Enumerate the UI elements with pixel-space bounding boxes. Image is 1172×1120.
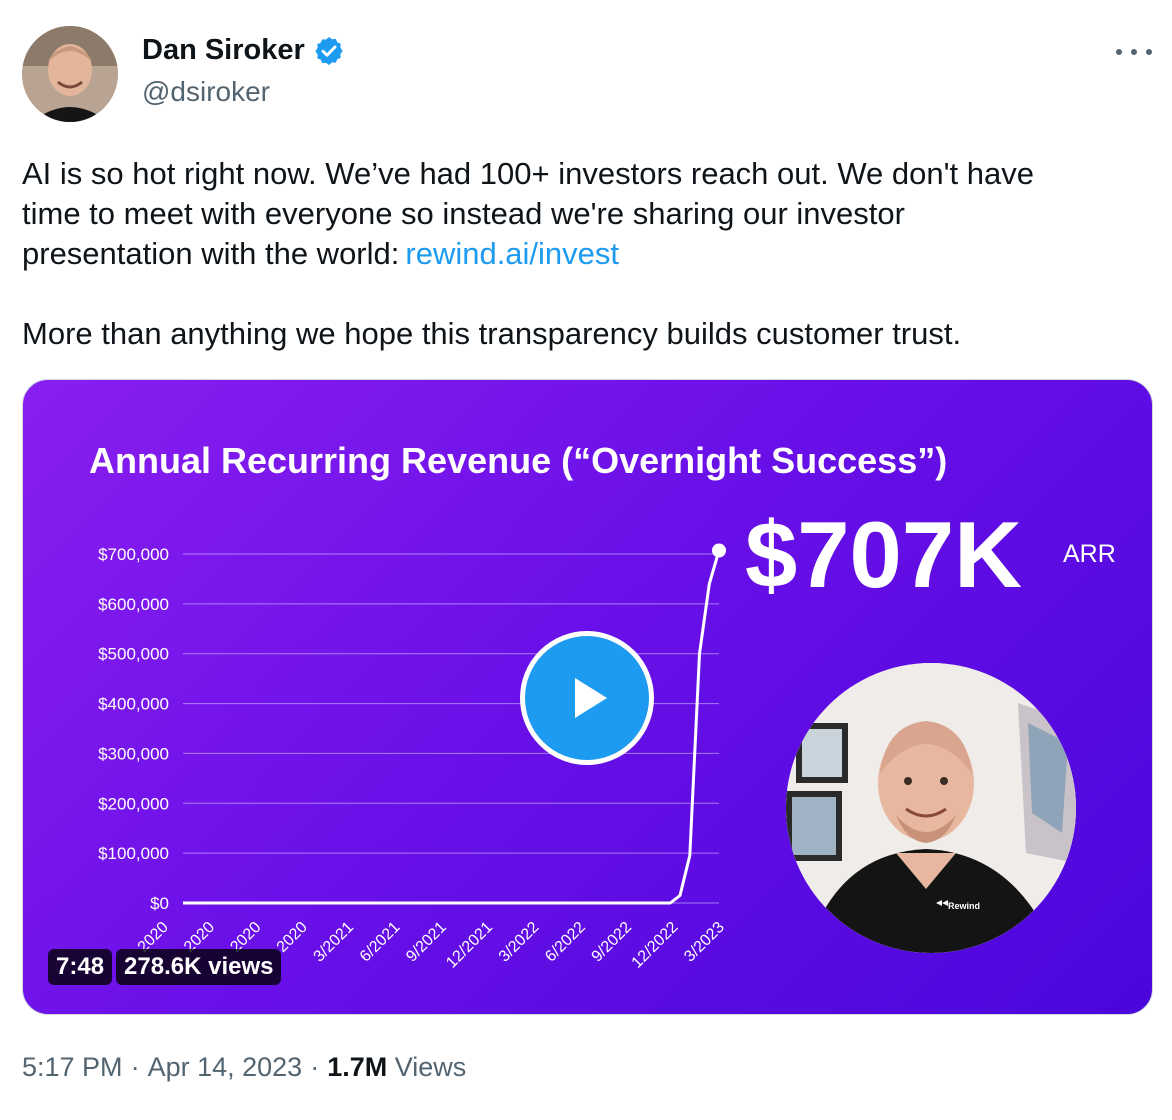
view-count-group[interactable]: 1.7M Views: [327, 1052, 466, 1083]
headline-arr-value: $707K: [745, 502, 1022, 607]
chart-y-tick-label: $300,000: [98, 744, 169, 763]
tweet-line: time to meet with everyone so instead we…: [22, 196, 905, 231]
tweet-text: AI is so hot right now. We’ve had 100+ i…: [22, 154, 1162, 354]
video-views: 278.6K views: [116, 949, 282, 985]
chart-y-tick-label: $600,000: [98, 595, 169, 614]
author-display-name[interactable]: Dan Siroker: [142, 34, 305, 67]
more-options-icon[interactable]: [1116, 40, 1152, 64]
chart-y-tick-label: $500,000: [98, 645, 169, 664]
chart-x-tick-label: 3/2022: [496, 919, 543, 966]
chart-title: Annual Recurring Revenue (“Overnight Suc…: [89, 440, 947, 481]
tweet-line: More than anything we hope this transpar…: [22, 316, 962, 351]
tweet-line: presentation with the world: rewind.ai/in…: [22, 234, 1162, 274]
author-avatar[interactable]: [22, 26, 118, 122]
shirt-logo-text: Rewind: [948, 901, 980, 911]
tweet-meta: 5:17 PM · Apr 14, 2023 · 1.7M Views: [22, 1052, 466, 1083]
chart-x-tick-label: 6/2022: [542, 919, 589, 966]
author-handle[interactable]: @dsiroker: [142, 76, 270, 108]
tweet-time[interactable]: 5:17 PM: [22, 1052, 123, 1083]
more-dot: [1146, 49, 1152, 55]
avatar-photo: [22, 26, 118, 122]
chart-x-tick-label: 12/2022: [629, 919, 682, 972]
chart-y-tick-label: $700,000: [98, 545, 169, 564]
chart-y-tick-label: $0: [150, 894, 169, 913]
chart-x-tick-label: 9/2022: [589, 919, 636, 966]
tweet-line: AI is so hot right now. We’ve had 100+ i…: [22, 156, 1034, 191]
meta-separator: ·: [130, 1052, 140, 1082]
chart-y-tick-label: $100,000: [98, 844, 169, 863]
tweet-line-text: presentation with the world:: [22, 236, 400, 271]
author-name-row[interactable]: Dan Siroker: [142, 34, 345, 67]
chart-y-tick-label: $200,000: [98, 794, 169, 813]
chart-x-tick-label: 6/2021: [357, 919, 404, 966]
more-dot: [1131, 49, 1137, 55]
presenter-photo: Rewind: [786, 663, 1076, 953]
invest-link[interactable]: rewind.ai/invest: [405, 236, 619, 271]
verified-badge-icon: [315, 36, 343, 65]
video-stats: 7:48 278.6K views: [48, 949, 282, 985]
play-icon: [575, 678, 607, 718]
tweet-date[interactable]: Apr 14, 2023: [148, 1052, 303, 1083]
chart-y-tick-label: $400,000: [98, 695, 169, 714]
presenter-video-bubble: Rewind: [786, 663, 1076, 953]
more-dot: [1116, 49, 1122, 55]
chart-x-tick-label: 3/2021: [311, 919, 358, 966]
chart-y-ticks: $0 $100,000 $200,000 $300,000 $400,000 $500,0…: [98, 545, 169, 913]
chart-endpoint-marker: [712, 543, 726, 558]
play-button[interactable]: [520, 631, 654, 765]
meta-separator: ·: [310, 1052, 320, 1082]
chart-x-tick-label: 3/2023: [681, 919, 728, 966]
headline-arr-unit: ARR: [1063, 540, 1116, 568]
video-media-card[interactable]: Annual Recurring Revenue (“Overnight Suc…: [22, 379, 1153, 1015]
view-count: 1.7M: [327, 1052, 388, 1082]
chart-x-tick-label: 9/2021: [403, 919, 450, 966]
video-duration: 7:48: [48, 949, 113, 985]
chart-x-tick-label: 12/2021: [443, 919, 496, 972]
view-label: Views: [394, 1052, 467, 1082]
